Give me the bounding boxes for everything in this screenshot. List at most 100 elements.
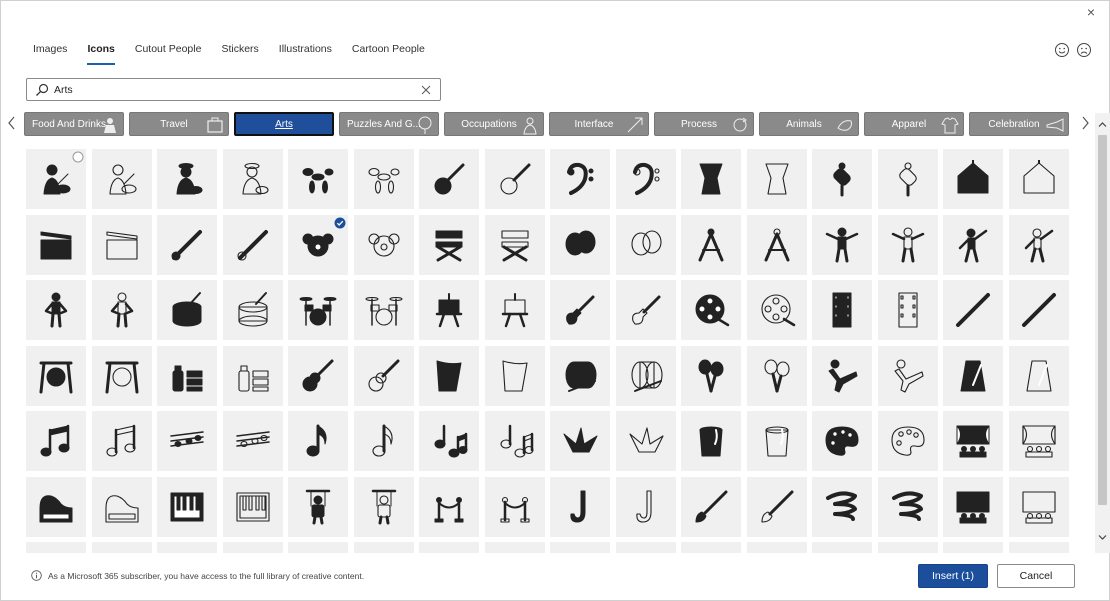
icon-tile[interactable]: [288, 542, 348, 553]
icon-tile[interactable]: [353, 542, 414, 553]
icon-tile[interactable]: [615, 149, 676, 209]
icon-tile[interactable]: [877, 345, 938, 406]
smile-icon[interactable]: [1054, 42, 1070, 58]
icon-tile[interactable]: [877, 149, 938, 209]
icon-tile[interactable]: [353, 214, 414, 275]
category-interface[interactable]: Interface: [549, 112, 649, 136]
icon-tile[interactable]: [550, 214, 610, 275]
icon-tile[interactable]: [681, 280, 741, 340]
icon-tile[interactable]: [550, 476, 610, 537]
icon-tile[interactable]: [353, 476, 414, 537]
icon-tile[interactable]: [157, 345, 217, 406]
icon-tile[interactable]: [288, 476, 348, 537]
icon-tile[interactable]: [26, 411, 86, 471]
icon-tile[interactable]: [26, 280, 86, 340]
icon-tile[interactable]: [353, 280, 414, 340]
icon-tile[interactable]: [943, 345, 1003, 406]
icon-tile[interactable]: [91, 280, 152, 340]
icon-tile[interactable]: [91, 149, 152, 209]
icon-tile[interactable]: [681, 149, 741, 209]
icon-tile[interactable]: [419, 542, 479, 553]
tab-icons[interactable]: Icons: [77, 41, 124, 65]
icon-tile[interactable]: [288, 411, 348, 471]
icon-tile[interactable]: [484, 345, 545, 406]
icon-tile[interactable]: [615, 476, 676, 537]
icon-tile[interactable]: [484, 542, 545, 553]
tab-images[interactable]: Images: [23, 41, 77, 65]
vertical-scrollbar[interactable]: [1095, 113, 1110, 553]
icon-tile[interactable]: [550, 280, 610, 340]
icon-tile[interactable]: [812, 345, 872, 406]
frown-icon[interactable]: [1076, 42, 1092, 58]
icon-tile[interactable]: [157, 214, 217, 275]
icon-tile[interactable]: [943, 411, 1003, 471]
icon-tile[interactable]: [288, 280, 348, 340]
icon-tile[interactable]: [943, 280, 1003, 340]
icon-tile[interactable]: [746, 476, 807, 537]
chevron-right-icon[interactable]: [1079, 115, 1091, 131]
icon-tile[interactable]: [681, 411, 741, 471]
category-apparel[interactable]: Apparel: [864, 112, 964, 136]
scroll-up-icon[interactable]: [1097, 119, 1108, 130]
icon-tile[interactable]: [550, 542, 610, 553]
icon-tile[interactable]: [91, 214, 152, 275]
icon-tile[interactable]: [746, 149, 807, 209]
icon-tile[interactable]: [484, 280, 545, 340]
icon-tile[interactable]: [877, 214, 938, 275]
selected-check-icon[interactable]: [334, 217, 346, 229]
icon-tile[interactable]: [1008, 345, 1069, 406]
icon-tile[interactable]: [812, 149, 872, 209]
icon-tile[interactable]: [222, 214, 283, 275]
icon-tile[interactable]: [157, 149, 217, 209]
tab-illustrations[interactable]: Illustrations: [269, 41, 342, 65]
search-input[interactable]: [54, 83, 414, 96]
icon-tile[interactable]: [812, 214, 872, 275]
icon-tile[interactable]: [943, 149, 1003, 209]
icon-tile[interactable]: [615, 280, 676, 340]
icon-tile[interactable]: [222, 411, 283, 471]
icon-tile[interactable]: [484, 214, 545, 275]
category-process[interactable]: Process: [654, 112, 754, 136]
icon-tile[interactable]: [484, 149, 545, 209]
icon-tile[interactable]: [419, 149, 479, 209]
icon-tile[interactable]: [26, 476, 86, 537]
icon-tile[interactable]: [419, 280, 479, 340]
icon-tile[interactable]: [681, 214, 741, 275]
icon-tile[interactable]: [222, 345, 283, 406]
icon-tile[interactable]: [353, 345, 414, 406]
icon-tile[interactable]: [222, 149, 283, 209]
icon-tile[interactable]: [419, 214, 479, 275]
cancel-button[interactable]: Cancel: [997, 564, 1075, 588]
icon-tile[interactable]: [746, 345, 807, 406]
select-circle-icon[interactable]: [72, 151, 84, 163]
icon-tile[interactable]: [746, 214, 807, 275]
scrollbar-thumb[interactable]: [1098, 135, 1107, 505]
insert-button[interactable]: Insert (1): [918, 564, 988, 588]
icon-tile[interactable]: [1008, 149, 1069, 209]
icon-tile[interactable]: [91, 542, 152, 553]
tab-cutout-people[interactable]: Cutout People: [125, 41, 212, 65]
icon-tile[interactable]: [812, 411, 872, 471]
tab-cartoon-people[interactable]: Cartoon People: [342, 41, 435, 65]
icon-tile[interactable]: [419, 345, 479, 406]
icon-tile[interactable]: [943, 214, 1003, 275]
icon-tile[interactable]: [419, 476, 479, 537]
icon-tile[interactable]: [550, 345, 610, 406]
icon-tile[interactable]: [484, 411, 545, 471]
icon-tile[interactable]: [746, 411, 807, 471]
icon-tile[interactable]: [91, 411, 152, 471]
icon-tile[interactable]: [91, 476, 152, 537]
icon-tile[interactable]: [615, 345, 676, 406]
category-arts[interactable]: Arts: [234, 112, 334, 136]
icon-tile[interactable]: [615, 411, 676, 471]
icon-tile[interactable]: [26, 345, 86, 406]
category-celebration[interactable]: Celebration: [969, 112, 1069, 136]
icon-tile[interactable]: [877, 411, 938, 471]
close-icon[interactable]: ×: [1083, 4, 1099, 20]
icon-tile[interactable]: [1008, 476, 1069, 537]
icon-tile[interactable]: [419, 411, 479, 471]
icon-tile[interactable]: [26, 214, 86, 275]
icon-tile[interactable]: [222, 476, 283, 537]
icon-tile[interactable]: [157, 542, 217, 553]
icon-tile[interactable]: [26, 149, 86, 209]
